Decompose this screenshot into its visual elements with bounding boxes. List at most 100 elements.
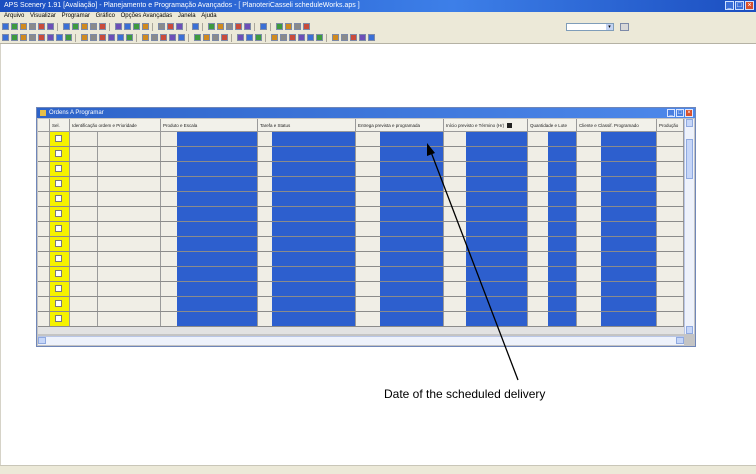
quantity-cell[interactable] (528, 252, 577, 266)
toolbar-button[interactable] (235, 23, 242, 30)
delivery-date-cell[interactable] (356, 207, 444, 221)
toolbar-button[interactable] (11, 23, 18, 30)
row-indicator[interactable] (38, 132, 50, 146)
select-cell[interactable] (50, 207, 70, 221)
quantity-cell[interactable] (528, 222, 577, 236)
delivery-date-cell[interactable] (356, 162, 444, 176)
row-select-checkbox[interactable] (55, 180, 62, 187)
toolbar-button[interactable] (151, 34, 158, 41)
row-select-checkbox[interactable] (55, 240, 62, 247)
row-select-checkbox[interactable] (55, 285, 62, 292)
start-end-cell[interactable] (444, 252, 528, 266)
task-cell[interactable] (258, 162, 356, 176)
task-cell[interactable] (258, 297, 356, 311)
production-cell[interactable] (657, 132, 684, 146)
product-cell[interactable] (161, 297, 258, 311)
minimize-button[interactable]: _ (725, 1, 734, 10)
client-cell[interactable] (577, 207, 657, 221)
select-cell[interactable] (50, 312, 70, 326)
delivery-date-cell[interactable] (356, 147, 444, 161)
start-end-cell[interactable] (444, 222, 528, 236)
toolbar-button[interactable] (332, 34, 339, 41)
select-cell[interactable] (50, 177, 70, 191)
row-indicator[interactable] (38, 177, 50, 191)
production-cell[interactable] (657, 192, 684, 206)
col-header-start-end[interactable]: Início previsto e Término (Hr) (444, 119, 528, 132)
orders-maximize-button[interactable]: □ (676, 109, 684, 117)
order-cell[interactable] (70, 222, 98, 236)
order-detail-cell[interactable] (98, 267, 161, 281)
order-cell[interactable] (70, 252, 98, 266)
column-filter-icon[interactable] (507, 123, 513, 129)
table-row[interactable] (38, 192, 684, 207)
order-detail-cell[interactable] (98, 132, 161, 146)
orders-minimize-button[interactable]: _ (667, 109, 675, 117)
toolbar-button[interactable] (63, 23, 70, 30)
menu-window[interactable]: Janela (178, 13, 196, 19)
client-cell[interactable] (577, 252, 657, 266)
row-select-checkbox[interactable] (55, 270, 62, 277)
toolbar-button[interactable] (255, 34, 262, 41)
col-header-quantity[interactable]: Quantidade e Lote (528, 119, 577, 132)
product-cell[interactable] (161, 222, 258, 236)
table-row[interactable] (38, 177, 684, 192)
toolbar-button[interactable] (276, 23, 283, 30)
menu-help[interactable]: Ajuda (201, 13, 216, 19)
menu-schedule[interactable]: Programar (62, 13, 90, 19)
toolbar-button[interactable] (176, 23, 183, 30)
col-header-order-id[interactable]: Identificação ordem e Prioridade (70, 119, 161, 132)
task-cell[interactable] (258, 147, 356, 161)
order-detail-cell[interactable] (98, 252, 161, 266)
client-cell[interactable] (577, 132, 657, 146)
row-indicator[interactable] (38, 192, 50, 206)
toolbar-button[interactable] (90, 23, 97, 30)
task-cell[interactable] (258, 237, 356, 251)
combo-apply-button[interactable] (620, 23, 629, 31)
production-cell[interactable] (657, 207, 684, 221)
toolbar-button[interactable] (2, 23, 9, 30)
row-select-checkbox[interactable] (55, 300, 62, 307)
col-header-production[interactable]: Produção (657, 119, 684, 132)
order-detail-cell[interactable] (98, 162, 161, 176)
toolbar-button[interactable] (20, 34, 27, 41)
select-cell[interactable] (50, 282, 70, 296)
production-cell[interactable] (657, 177, 684, 191)
quantity-cell[interactable] (528, 297, 577, 311)
row-indicator[interactable] (38, 312, 50, 326)
product-cell[interactable] (161, 147, 258, 161)
toolbar-button[interactable] (11, 34, 18, 41)
quantity-cell[interactable] (528, 162, 577, 176)
order-detail-cell[interactable] (98, 297, 161, 311)
row-indicator[interactable] (38, 207, 50, 221)
product-cell[interactable] (161, 162, 258, 176)
close-button[interactable]: × (745, 1, 754, 10)
production-cell[interactable] (657, 297, 684, 311)
toolbar-button[interactable] (307, 34, 314, 41)
client-cell[interactable] (577, 162, 657, 176)
toolbar-button[interactable] (359, 34, 366, 41)
toolbar-button[interactable] (20, 23, 27, 30)
row-indicator[interactable] (38, 237, 50, 251)
delivery-date-cell[interactable] (356, 237, 444, 251)
toolbar-button[interactable] (72, 23, 79, 30)
toolbar-button[interactable] (350, 34, 357, 41)
quantity-cell[interactable] (528, 147, 577, 161)
delivery-date-cell[interactable] (356, 312, 444, 326)
toolbar-button[interactable] (289, 34, 296, 41)
toolbar-button[interactable] (341, 34, 348, 41)
quantity-cell[interactable] (528, 312, 577, 326)
toolbar-button[interactable] (47, 23, 54, 30)
table-row[interactable] (38, 237, 684, 252)
client-cell[interactable] (577, 237, 657, 251)
task-cell[interactable] (258, 177, 356, 191)
row-indicator[interactable] (38, 252, 50, 266)
toolbar-button[interactable] (167, 23, 174, 30)
orders-close-button[interactable]: × (685, 109, 693, 117)
toolbar-button[interactable] (316, 34, 323, 41)
order-detail-cell[interactable] (98, 177, 161, 191)
toolbar-button[interactable] (208, 23, 215, 30)
task-cell[interactable] (258, 252, 356, 266)
task-cell[interactable] (258, 282, 356, 296)
toolbar-button[interactable] (2, 34, 9, 41)
toolbar-button[interactable] (221, 34, 228, 41)
